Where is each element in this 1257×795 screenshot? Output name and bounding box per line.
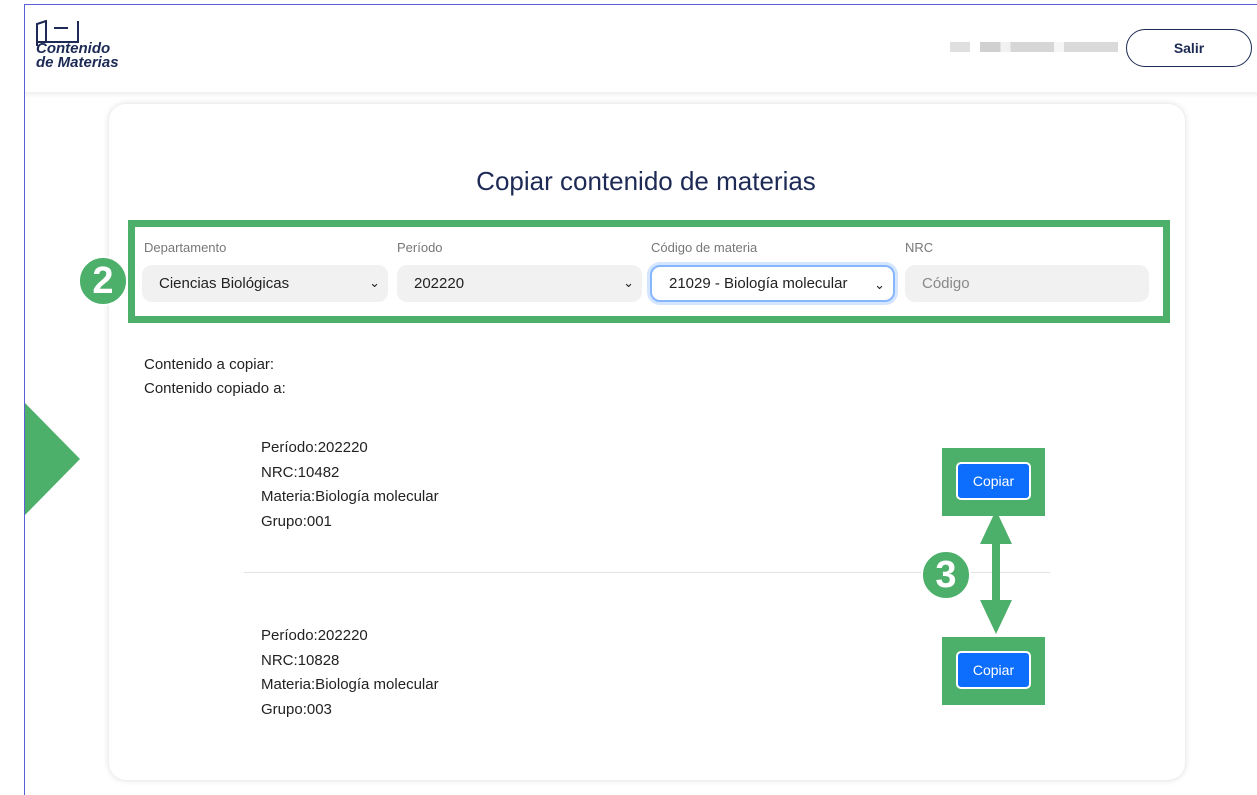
department-select-value: Ciencias Biológicas: [159, 275, 290, 292]
chevron-down-icon: ⌄: [874, 277, 885, 292]
department-label: Departamento: [144, 240, 227, 255]
record-2: Período:202220 NRC:10828 Materia:Biologí…: [261, 624, 439, 722]
subject-code-label: Código de materia: [651, 240, 758, 255]
subject-code-select-value: 21029 - Biología molecular: [669, 275, 848, 292]
chevron-down-icon: ⌄: [369, 275, 380, 290]
user-name-blurred: [950, 42, 1118, 52]
header-shadow: [25, 92, 1257, 98]
logo-line-2: de Materias: [36, 54, 119, 71]
content-copied-to-label: Contenido copiado a:: [144, 380, 286, 397]
period-select-value: 202220: [414, 275, 465, 292]
copy-button[interactable]: Copiar: [956, 462, 1031, 500]
chevron-down-icon: ⌄: [623, 275, 634, 290]
arrow-right-icon: [25, 403, 80, 515]
nrc-label: NRC: [905, 240, 934, 255]
record-1: Período:202220 NRC:10482 Materia:Biologí…: [261, 436, 439, 534]
department-select[interactable]: Ciencias Biológicas ⌄: [142, 265, 388, 302]
record-period: Período:202220: [261, 439, 368, 456]
record-subject: Materia:Biología molecular: [261, 676, 439, 693]
period-select[interactable]: 202220 ⌄: [397, 265, 642, 302]
step-2-badge: 2: [78, 256, 128, 306]
period-label: Período: [397, 240, 443, 255]
record-subject: Materia:Biología molecular: [261, 488, 439, 505]
record-nrc: NRC:10482: [261, 463, 340, 481]
logout-button[interactable]: Salir: [1126, 29, 1252, 67]
step-3-badge: 3: [921, 550, 971, 600]
copy-button-highlight: Copiar: [942, 637, 1045, 705]
copy-button[interactable]: Copiar: [956, 651, 1031, 689]
record-nrc: NRC:10828: [261, 651, 340, 669]
record-period: Período:202220: [261, 627, 368, 644]
copy-button-highlight: Copiar: [942, 448, 1045, 516]
subject-code-select[interactable]: 21029 - Biología molecular ⌄: [650, 265, 895, 302]
record-group: Grupo:001: [261, 512, 332, 530]
arrow-down-icon: [980, 600, 1012, 634]
app-logo-text: Contenido de Materias: [36, 41, 119, 71]
nrc-input[interactable]: Código: [905, 265, 1149, 302]
window-border-left: [24, 4, 25, 795]
page-title: Copiar contenido de materias: [476, 166, 816, 196]
nrc-input-placeholder: Código: [922, 275, 970, 292]
content-to-copy-label: Contenido a copiar:: [144, 356, 275, 373]
record-group: Grupo:003: [261, 700, 332, 718]
